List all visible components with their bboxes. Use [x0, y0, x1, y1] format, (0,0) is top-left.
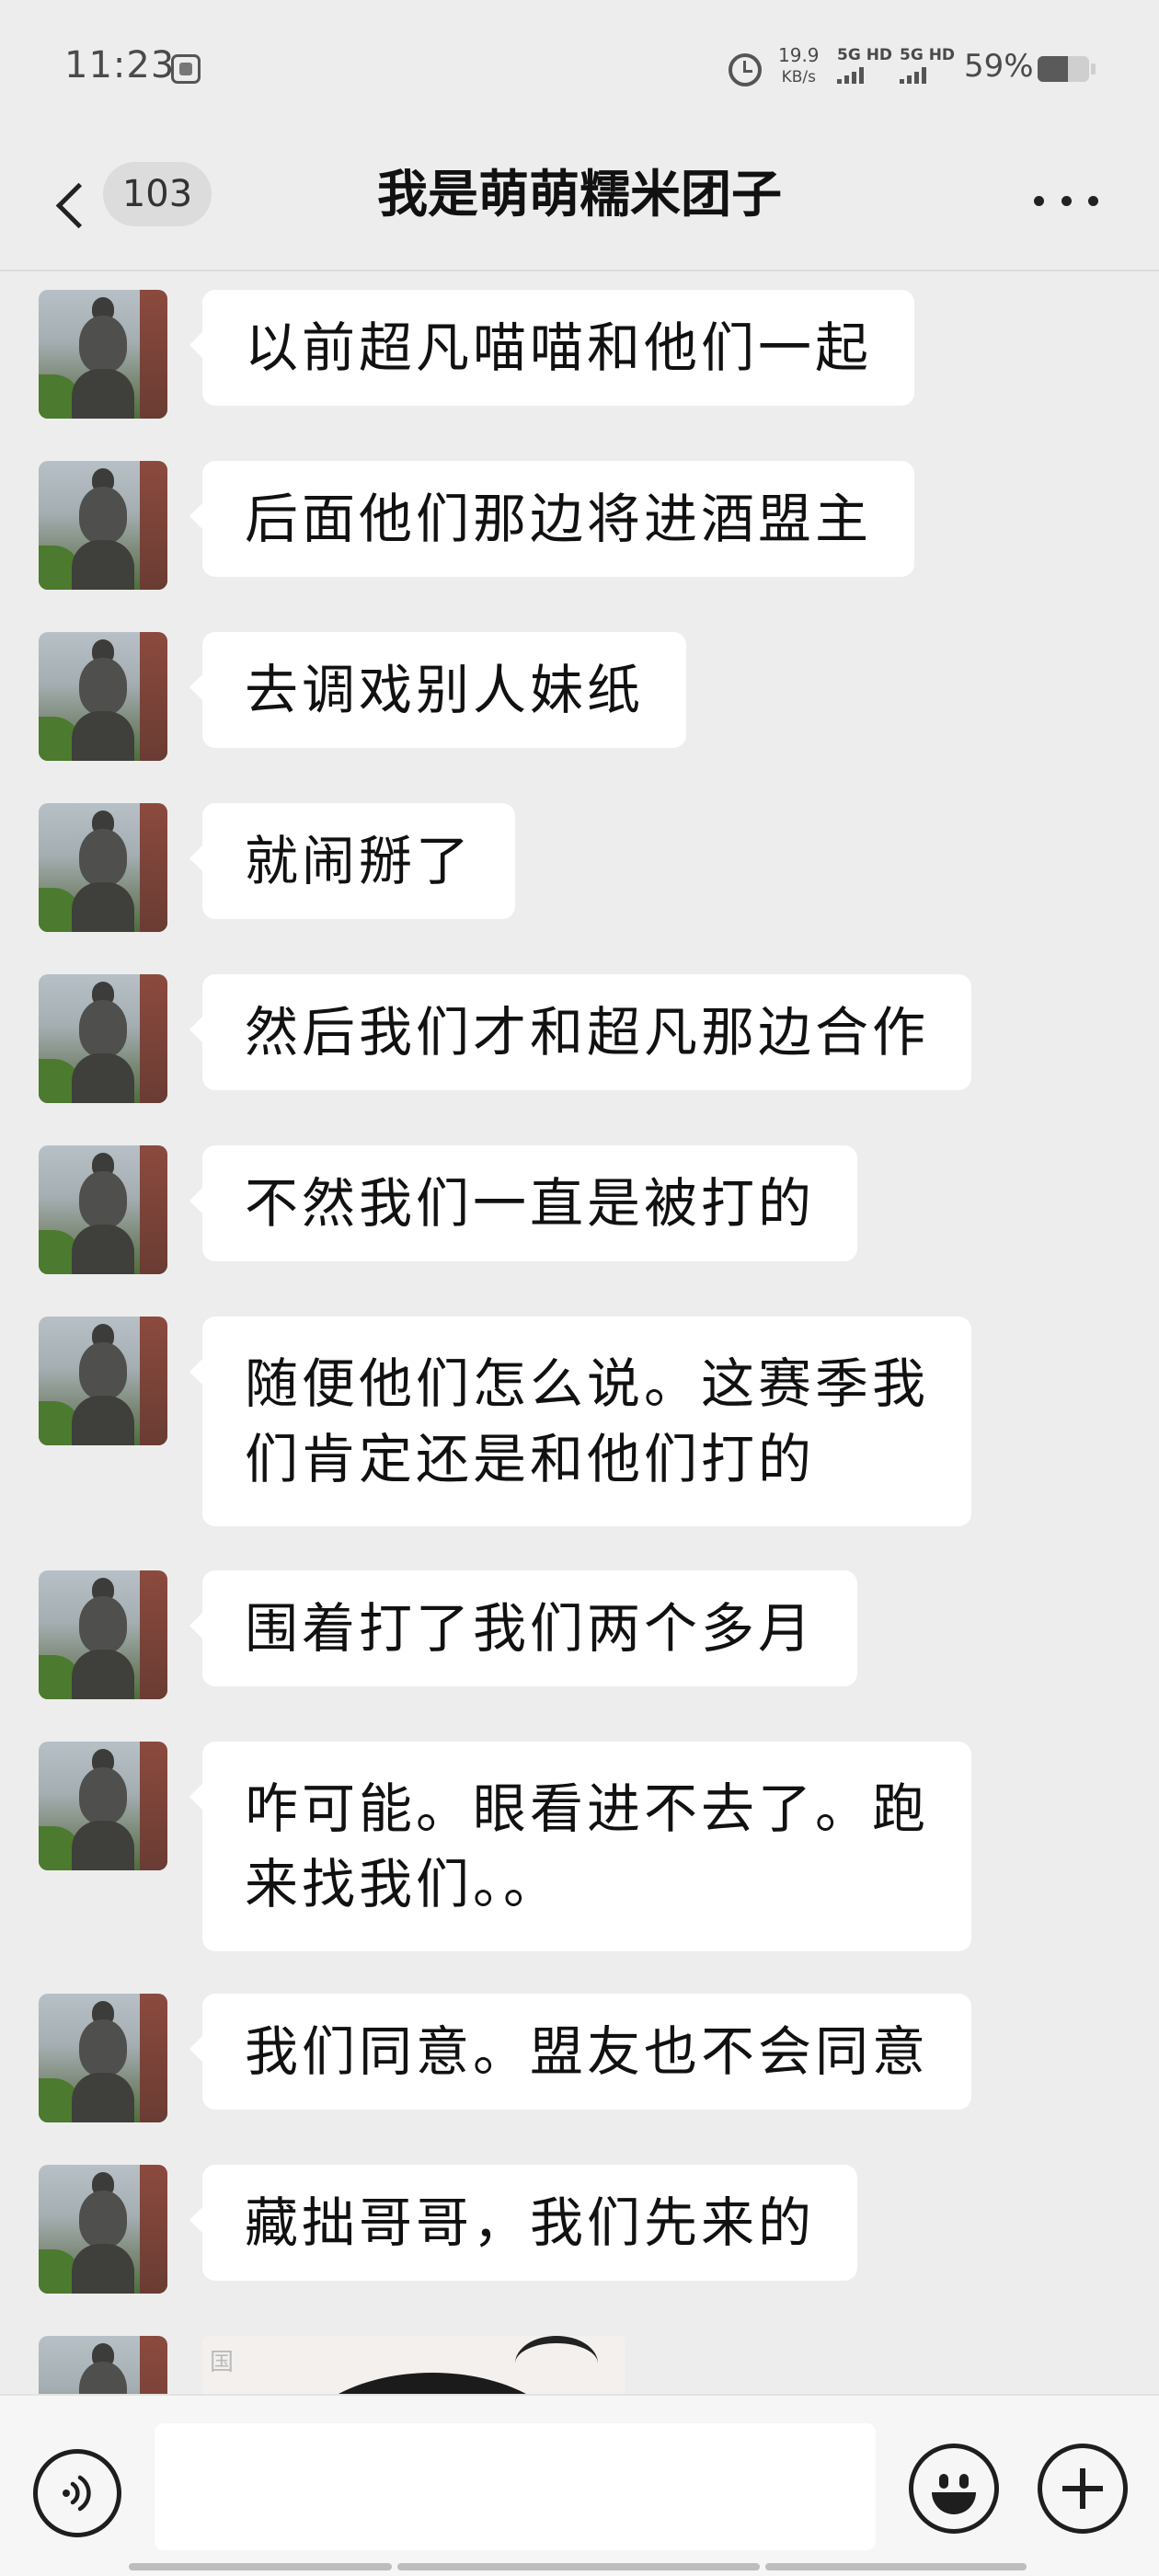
message-bubble[interactable]: 我们同意。盟友也不会同意 [189, 1994, 972, 2110]
message-bubble[interactable]: 去调戏别人妹纸 [189, 632, 687, 748]
network-speed: 19.9 KB/s [778, 44, 820, 88]
avatar[interactable] [39, 632, 167, 761]
avatar[interactable] [39, 1317, 167, 1445]
unread-count-badge[interactable]: 103 [103, 162, 212, 226]
message-input[interactable] [155, 2423, 876, 2550]
gesture-bar [129, 2563, 1030, 2572]
avatar[interactable] [39, 1570, 167, 1699]
signal-indicator-1: 5G HD [837, 46, 892, 84]
signal-label-1: 5G HD [837, 46, 893, 64]
message-bubble[interactable]: 随便他们怎么说。这赛季我 们肯定还是和他们打的 [189, 1317, 972, 1526]
voice-icon[interactable] [33, 2449, 121, 2537]
message-bubble[interactable]: 藏拙哥哥，我们先来的 [189, 2165, 858, 2281]
avatar[interactable] [39, 1994, 167, 2122]
more-options-icon[interactable] [1034, 191, 1098, 210]
message-bubble[interactable]: 围着打了我们两个多月 [189, 1570, 858, 1686]
message-bubble[interactable]: 然后我们才和超凡那边合作 [189, 974, 972, 1090]
image-watermark: 国 [210, 2349, 235, 2376]
alarm-icon [729, 53, 762, 86]
emoji-icon[interactable] [909, 2444, 999, 2534]
battery-level-fill [1038, 56, 1069, 82]
avatar[interactable] [39, 2165, 167, 2294]
back-chevron-icon[interactable] [46, 164, 101, 247]
avatar[interactable] [39, 2336, 167, 2394]
signal-icon [900, 67, 955, 84]
battery-icon [1038, 56, 1089, 82]
message-bubble[interactable]: 咋可能。眼看进不去了。跑 来找我们。。 [189, 1742, 972, 1951]
avatar[interactable] [39, 974, 167, 1103]
battery-percent: 59% [964, 48, 1034, 85]
input-bar [0, 2394, 1159, 2576]
chat-header: 103 我是萌萌糯米团子 [0, 138, 1159, 271]
message-bubble[interactable]: 以前超凡喵喵和他们一起 [189, 290, 915, 406]
avatar[interactable] [39, 803, 167, 932]
message-bubble[interactable]: 不然我们一直是被打的 [189, 1145, 858, 1261]
image-message[interactable]: 国 [202, 2336, 625, 2394]
message-list[interactable]: 以前超凡喵喵和他们一起 后面他们那边将进酒盟主 去调戏别人妹纸 就闹掰了 然后我… [0, 273, 1159, 2394]
plus-icon[interactable] [1038, 2444, 1128, 2534]
network-speed-unit: KB/s [781, 68, 816, 86]
avatar[interactable] [39, 1742, 167, 1870]
status-time: 11:23 [64, 44, 176, 86]
signal-indicator-2: 5G HD [900, 46, 955, 84]
signal-label-2: 5G HD [900, 46, 956, 64]
battery-cap [1091, 63, 1096, 75]
sim-icon [171, 54, 201, 84]
network-speed-value: 19.9 [778, 44, 820, 66]
avatar[interactable] [39, 290, 167, 419]
signal-icon [837, 67, 892, 84]
message-bubble[interactable]: 后面他们那边将进酒盟主 [189, 461, 915, 577]
message-bubble[interactable]: 就闹掰了 [189, 803, 516, 919]
avatar[interactable] [39, 461, 167, 590]
chat-title: 我是萌萌糯米团子 [376, 164, 782, 224]
status-bar: 11:23 19.9 KB/s 5G HD 5G HD 59% [0, 0, 1159, 138]
avatar[interactable] [39, 1145, 167, 1274]
